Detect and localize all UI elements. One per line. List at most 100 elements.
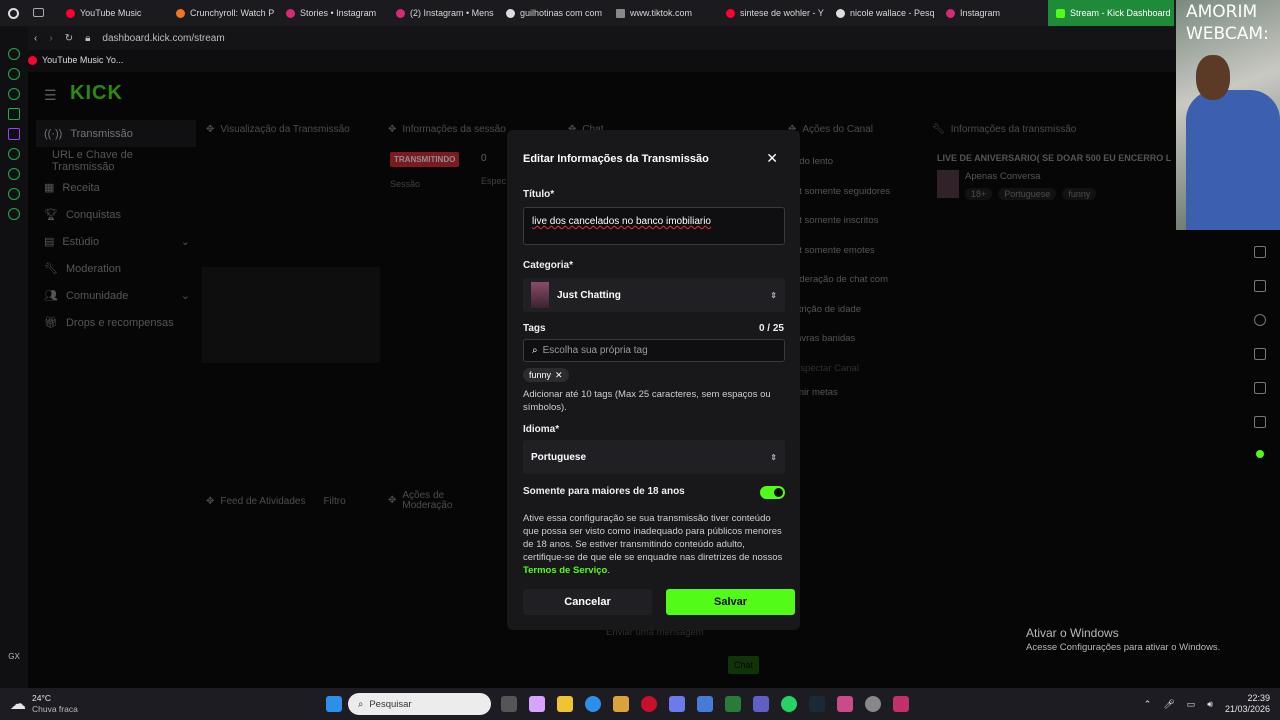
tags-search-input[interactable]: ⌕ Escolha sua própria tag (523, 339, 785, 362)
start-icon[interactable] (326, 696, 342, 712)
card-icon[interactable] (1254, 382, 1266, 394)
close-icon[interactable]: ✕ (766, 150, 778, 167)
chevron-up-icon[interactable]: ⌃ (1144, 699, 1152, 710)
system-tray: ⌃ 🎤︎ ▭ 🔊︎ 22:39 21/03/2026 (1144, 693, 1280, 715)
wrench-icon[interactable] (1254, 416, 1266, 428)
broadcast-icon[interactable] (1254, 348, 1266, 360)
browser-tab[interactable]: Instagram (938, 0, 1048, 26)
tags-counter: 0 / 25 (758, 323, 784, 334)
tag-chip-label: funny (529, 370, 552, 380)
twitch-rail-icon[interactable] (8, 128, 20, 140)
save-button[interactable]: Salvar (666, 589, 795, 615)
opera-gx-icon[interactable] (8, 7, 19, 19)
steam-icon[interactable] (809, 696, 825, 712)
tags-label: Tags (523, 323, 546, 334)
chat-bubble-icon[interactable] (1254, 314, 1266, 326)
shop-rail-icon[interactable] (8, 68, 20, 80)
browser-tab[interactable]: (2) Instagram • Mens (388, 0, 498, 26)
browser-sidebar: GX (0, 26, 28, 688)
tab-label: Instagram (960, 8, 1001, 18)
category-select[interactable]: Just Chatting ⇕ (523, 278, 785, 312)
phone-icon[interactable] (1254, 280, 1266, 292)
browser-tab[interactable]: nicole wallace - Pesq (828, 0, 938, 26)
terms-suffix: . (607, 565, 610, 576)
browser-tab[interactable]: www.tiktok.com (608, 0, 718, 26)
tab-label: guilhotinas com com (520, 8, 603, 18)
terms-of-service-link[interactable]: Termos de Serviço (523, 565, 607, 576)
edge-icon[interactable] (585, 696, 601, 712)
history-rail-icon[interactable] (8, 168, 20, 180)
obs-icon[interactable] (865, 696, 881, 712)
edit-stream-info-modal: Editar Informações da Transmissão ✕ Títu… (507, 130, 800, 630)
adult-toggle-label: Somente para maiores de 18 anos (523, 486, 685, 497)
lock-icon: 🔒︎ (85, 32, 91, 44)
mail-icon[interactable] (697, 696, 713, 712)
browser-tab[interactable]: Stories • Instagram (278, 0, 388, 26)
discord-icon[interactable] (669, 696, 685, 712)
browser-tab[interactable]: YouTube Music (58, 0, 168, 26)
adult-content-toggle[interactable] (760, 486, 785, 499)
category-value: Just Chatting (557, 289, 621, 301)
pulse-icon[interactable] (1256, 450, 1264, 458)
forward-icon[interactable]: › (49, 33, 52, 44)
windows-taskbar: ☁︎ 24°C Chuva fraca ⌕ Pesquisar ⌃ 🎤︎ ▭ 🔊… (0, 688, 1280, 720)
instagram-icon (946, 8, 955, 18)
tab-label: Stream - Kick Dashboard (1070, 8, 1171, 18)
browser-tab[interactable]: guilhotinas com com (498, 0, 608, 26)
youtube-music-icon (66, 8, 75, 18)
chevron-updown-icon: ⇕ (770, 452, 777, 462)
volume-icon[interactable]: 🔊︎ (1207, 699, 1213, 710)
webcam-label-line2: WEBCAM: (1186, 24, 1269, 44)
browser-tab[interactable]: Crunchyroll: Watch P (168, 0, 278, 26)
bookmark-youtube-music[interactable]: YouTube Music Yo... (28, 50, 123, 70)
chevron-updown-icon: ⇕ (770, 290, 777, 300)
webcam-face (1196, 55, 1230, 100)
task-view-icon[interactable] (501, 696, 517, 712)
bookmark-label: YouTube Music Yo... (42, 55, 124, 65)
youtube-music-icon (28, 55, 37, 65)
copilot-icon[interactable] (529, 696, 545, 712)
extensions-rail-icon[interactable] (8, 188, 20, 200)
tab-island-icon[interactable] (33, 7, 44, 17)
reload-icon[interactable]: ↻ (65, 33, 73, 44)
back-icon[interactable]: ‹ (34, 33, 37, 44)
clock[interactable]: 22:39 21/03/2026 (1225, 693, 1270, 715)
language-select[interactable]: Portuguese ⇕ (523, 440, 785, 474)
browser-tab-active[interactable]: Stream - Kick Dashboard (1048, 0, 1174, 26)
search-icon: ⌕ (532, 345, 538, 356)
capture-app-icon[interactable] (893, 696, 909, 712)
tags-placeholder: Escolha sua própria tag (542, 345, 648, 356)
refresh-rail-icon[interactable] (8, 48, 20, 60)
media-rail-icon[interactable] (8, 88, 20, 100)
lightning-icon[interactable] (1254, 246, 1266, 258)
title-input[interactable]: live dos cancelados no banco imobiliario (523, 207, 785, 245)
whatsapp-icon[interactable] (781, 696, 797, 712)
weather-widget[interactable]: ☁︎ 24°C Chuva fraca (0, 693, 320, 715)
cancel-button[interactable]: Cancelar (523, 589, 652, 615)
weather-temp: 24°C (32, 693, 51, 703)
m-rail-icon[interactable] (8, 108, 20, 120)
store-icon[interactable] (613, 696, 629, 712)
taskbar-search[interactable]: ⌕ Pesquisar (348, 693, 491, 715)
url-field[interactable]: dashboard.kick.com/stream (102, 33, 224, 44)
instagram-icon (396, 8, 405, 18)
opera-gx-icon[interactable] (641, 696, 657, 712)
settings-rail-icon[interactable] (8, 208, 20, 220)
browser-tab[interactable]: sintese de wohler - Y (718, 0, 828, 26)
player-rail-icon[interactable] (8, 148, 20, 160)
tags-help-text: Adicionar até 10 tags (Max 25 caracteres… (523, 389, 771, 413)
remove-tag-icon[interactable]: ✕ (555, 370, 563, 381)
google-icon (836, 8, 845, 18)
windows-activation-watermark: Ativar o Windows Acesse Configurações pa… (1026, 626, 1220, 653)
browser-menu[interactable] (0, 7, 58, 19)
file-explorer-icon[interactable] (557, 696, 573, 712)
search-icon: ⌕ (358, 698, 364, 710)
tab-label: nicole wallace - Pesq (850, 8, 935, 18)
tab-label: Stories • Instagram (300, 8, 377, 18)
watermark-subtitle: Acesse Configurações para ativar o Windo… (1026, 642, 1221, 653)
network-icon[interactable]: ▭ (1187, 699, 1196, 710)
excel-icon[interactable] (725, 696, 741, 712)
microphone-icon[interactable]: 🎤︎ (1163, 699, 1174, 710)
app-icon[interactable] (837, 696, 853, 712)
teams-icon[interactable] (753, 696, 769, 712)
